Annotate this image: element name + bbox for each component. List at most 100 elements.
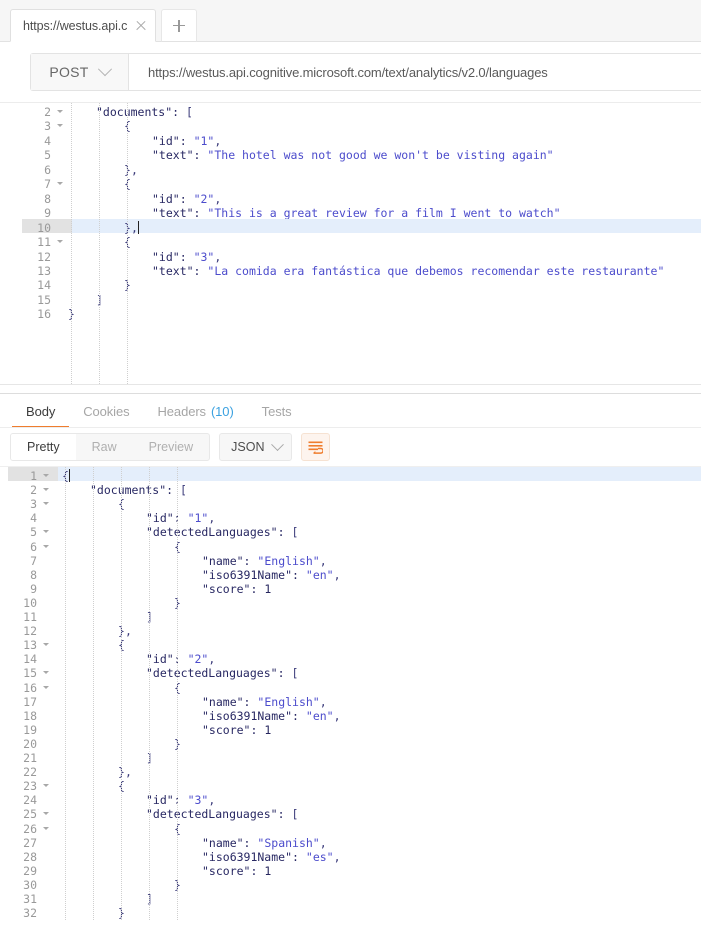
- http-method-select[interactable]: POST: [31, 54, 129, 90]
- fold-arrow-icon[interactable]: [43, 544, 49, 548]
- line-number: 5: [30, 525, 37, 540]
- line-number: 7: [30, 553, 37, 568]
- url-text: https://westus.api.cognitive.microsoft.c…: [148, 64, 548, 80]
- code-line: "detectedLanguages": [: [146, 807, 299, 822]
- view-mode-raw[interactable]: Raw: [76, 434, 133, 460]
- line-number: 18: [23, 708, 37, 723]
- code-line: "iso6391Name": "en",: [202, 708, 341, 723]
- new-tab-button[interactable]: [161, 9, 197, 42]
- response-tab-cookies[interactable]: Cookies: [69, 394, 143, 428]
- response-tab-tests[interactable]: Tests: [248, 394, 306, 428]
- fold-arrow-icon[interactable]: [43, 784, 49, 788]
- request-tab[interactable]: https://westus.api.cog: [10, 9, 156, 42]
- request-tab-label: https://westus.api.cog: [23, 18, 127, 33]
- indent-guide: [71, 103, 72, 384]
- line-number: 10: [37, 220, 51, 235]
- fold-arrow-icon[interactable]: [43, 685, 49, 689]
- code-line: "id": "2",: [152, 191, 222, 206]
- code-line: "name": "Spanish",: [202, 835, 327, 850]
- indent-guide: [149, 467, 150, 920]
- url-input[interactable]: https://westus.api.cognitive.microsoft.c…: [129, 54, 701, 90]
- response-tab-label: Headers: [157, 403, 207, 419]
- code-line: "detectedLanguages": [: [146, 525, 299, 540]
- fold-arrow-icon[interactable]: [57, 110, 63, 113]
- code-line: "text": "The hotel was not good we won't…: [152, 148, 554, 163]
- fold-arrow-icon[interactable]: [43, 826, 49, 830]
- response-format-label: JSON: [231, 440, 265, 454]
- line-number: 30: [23, 877, 37, 892]
- fold-arrow-icon[interactable]: [43, 488, 49, 492]
- line-number: 12: [23, 624, 37, 639]
- line-number: 2: [30, 483, 37, 498]
- indent-guide: [121, 467, 122, 920]
- code-line: "id": "1",: [152, 133, 222, 148]
- line-number: 11: [37, 235, 51, 250]
- code-line: "score": 1: [202, 863, 272, 878]
- response-format-select[interactable]: JSON: [219, 433, 293, 461]
- line-number: 12: [37, 249, 51, 264]
- fold-arrow-icon[interactable]: [57, 182, 63, 186]
- line-number: 26: [23, 821, 37, 836]
- line-number: 20: [23, 736, 37, 751]
- response-tab-headers[interactable]: Headers (10): [144, 394, 248, 428]
- fold-arrow-icon[interactable]: [57, 124, 63, 128]
- request-body-editor[interactable]: 2 "documents": [3{4 "id": "1", 5 "text": "Th…: [0, 102, 701, 384]
- view-mode-pretty[interactable]: Pretty: [11, 434, 76, 460]
- line-number: 17: [23, 694, 37, 709]
- text-cursor: [137, 220, 139, 235]
- fold-arrow-icon[interactable]: [43, 474, 49, 477]
- code-line: "documents": [: [96, 105, 193, 119]
- response-toolbar: Pretty Raw Preview JSON: [0, 428, 701, 466]
- indent-guide: [127, 103, 128, 384]
- fold-arrow-icon[interactable]: [43, 502, 49, 506]
- response-view-mode-group: Pretty Raw Preview: [10, 433, 211, 461]
- fold-arrow-icon[interactable]: [43, 643, 49, 647]
- chevron-down-icon: [271, 437, 285, 451]
- fold-arrow-icon[interactable]: [43, 530, 49, 534]
- fold-arrow-icon[interactable]: [57, 240, 63, 244]
- line-number: 1: [30, 469, 37, 483]
- line-number: 27: [23, 835, 37, 850]
- line-number: 4: [30, 511, 37, 526]
- line-number: 24: [23, 793, 37, 808]
- code-line: "score": 1: [202, 581, 272, 596]
- code-line: "text": "La comida era fantástica que de…: [152, 263, 665, 278]
- code-line: "id": "3",: [146, 793, 216, 808]
- line-number: 10: [23, 595, 37, 610]
- indent-guide: [177, 467, 178, 920]
- code-line: "iso6391Name": "es",: [202, 849, 341, 864]
- plus-icon: [173, 19, 185, 32]
- line-number: 3: [44, 119, 51, 134]
- pane-splitter[interactable]: [0, 384, 701, 394]
- wrap-lines-icon: [308, 441, 324, 454]
- close-icon[interactable]: [133, 18, 149, 34]
- code-line: "id": "2",: [146, 652, 216, 667]
- indent-guide: [93, 467, 94, 920]
- code-line: "documents": [: [90, 483, 187, 498]
- request-tab-bar: https://westus.api.cog: [0, 0, 701, 42]
- code-line: "id": "1",: [146, 511, 216, 526]
- line-number: 8: [44, 191, 51, 206]
- view-mode-preview[interactable]: Preview: [133, 434, 209, 460]
- response-tab-body[interactable]: Body: [12, 394, 70, 428]
- fold-arrow-icon[interactable]: [43, 812, 49, 816]
- line-number: 4: [44, 133, 51, 148]
- line-number: 3: [30, 497, 37, 512]
- line-number: 6: [44, 162, 51, 177]
- wrap-lines-button[interactable]: [301, 433, 331, 461]
- line-number: 29: [23, 863, 37, 878]
- line-number: 9: [30, 581, 37, 596]
- line-number: 2: [44, 105, 51, 119]
- response-body-editor[interactable]: 1{2 "documents": [3{4 "id": "1", 5 "detected…: [0, 466, 701, 920]
- line-number: 16: [37, 307, 51, 322]
- line-number: 15: [23, 666, 37, 681]
- line-number: 6: [30, 539, 37, 554]
- code-line: "name": "English",: [202, 694, 327, 709]
- http-method-label: POST: [49, 64, 89, 80]
- line-number: 28: [23, 849, 37, 864]
- line-number: 22: [23, 765, 37, 780]
- line-number: 8: [30, 567, 37, 582]
- line-number: 32: [23, 906, 37, 920]
- fold-arrow-icon[interactable]: [43, 671, 49, 675]
- line-number: 11: [23, 610, 37, 624]
